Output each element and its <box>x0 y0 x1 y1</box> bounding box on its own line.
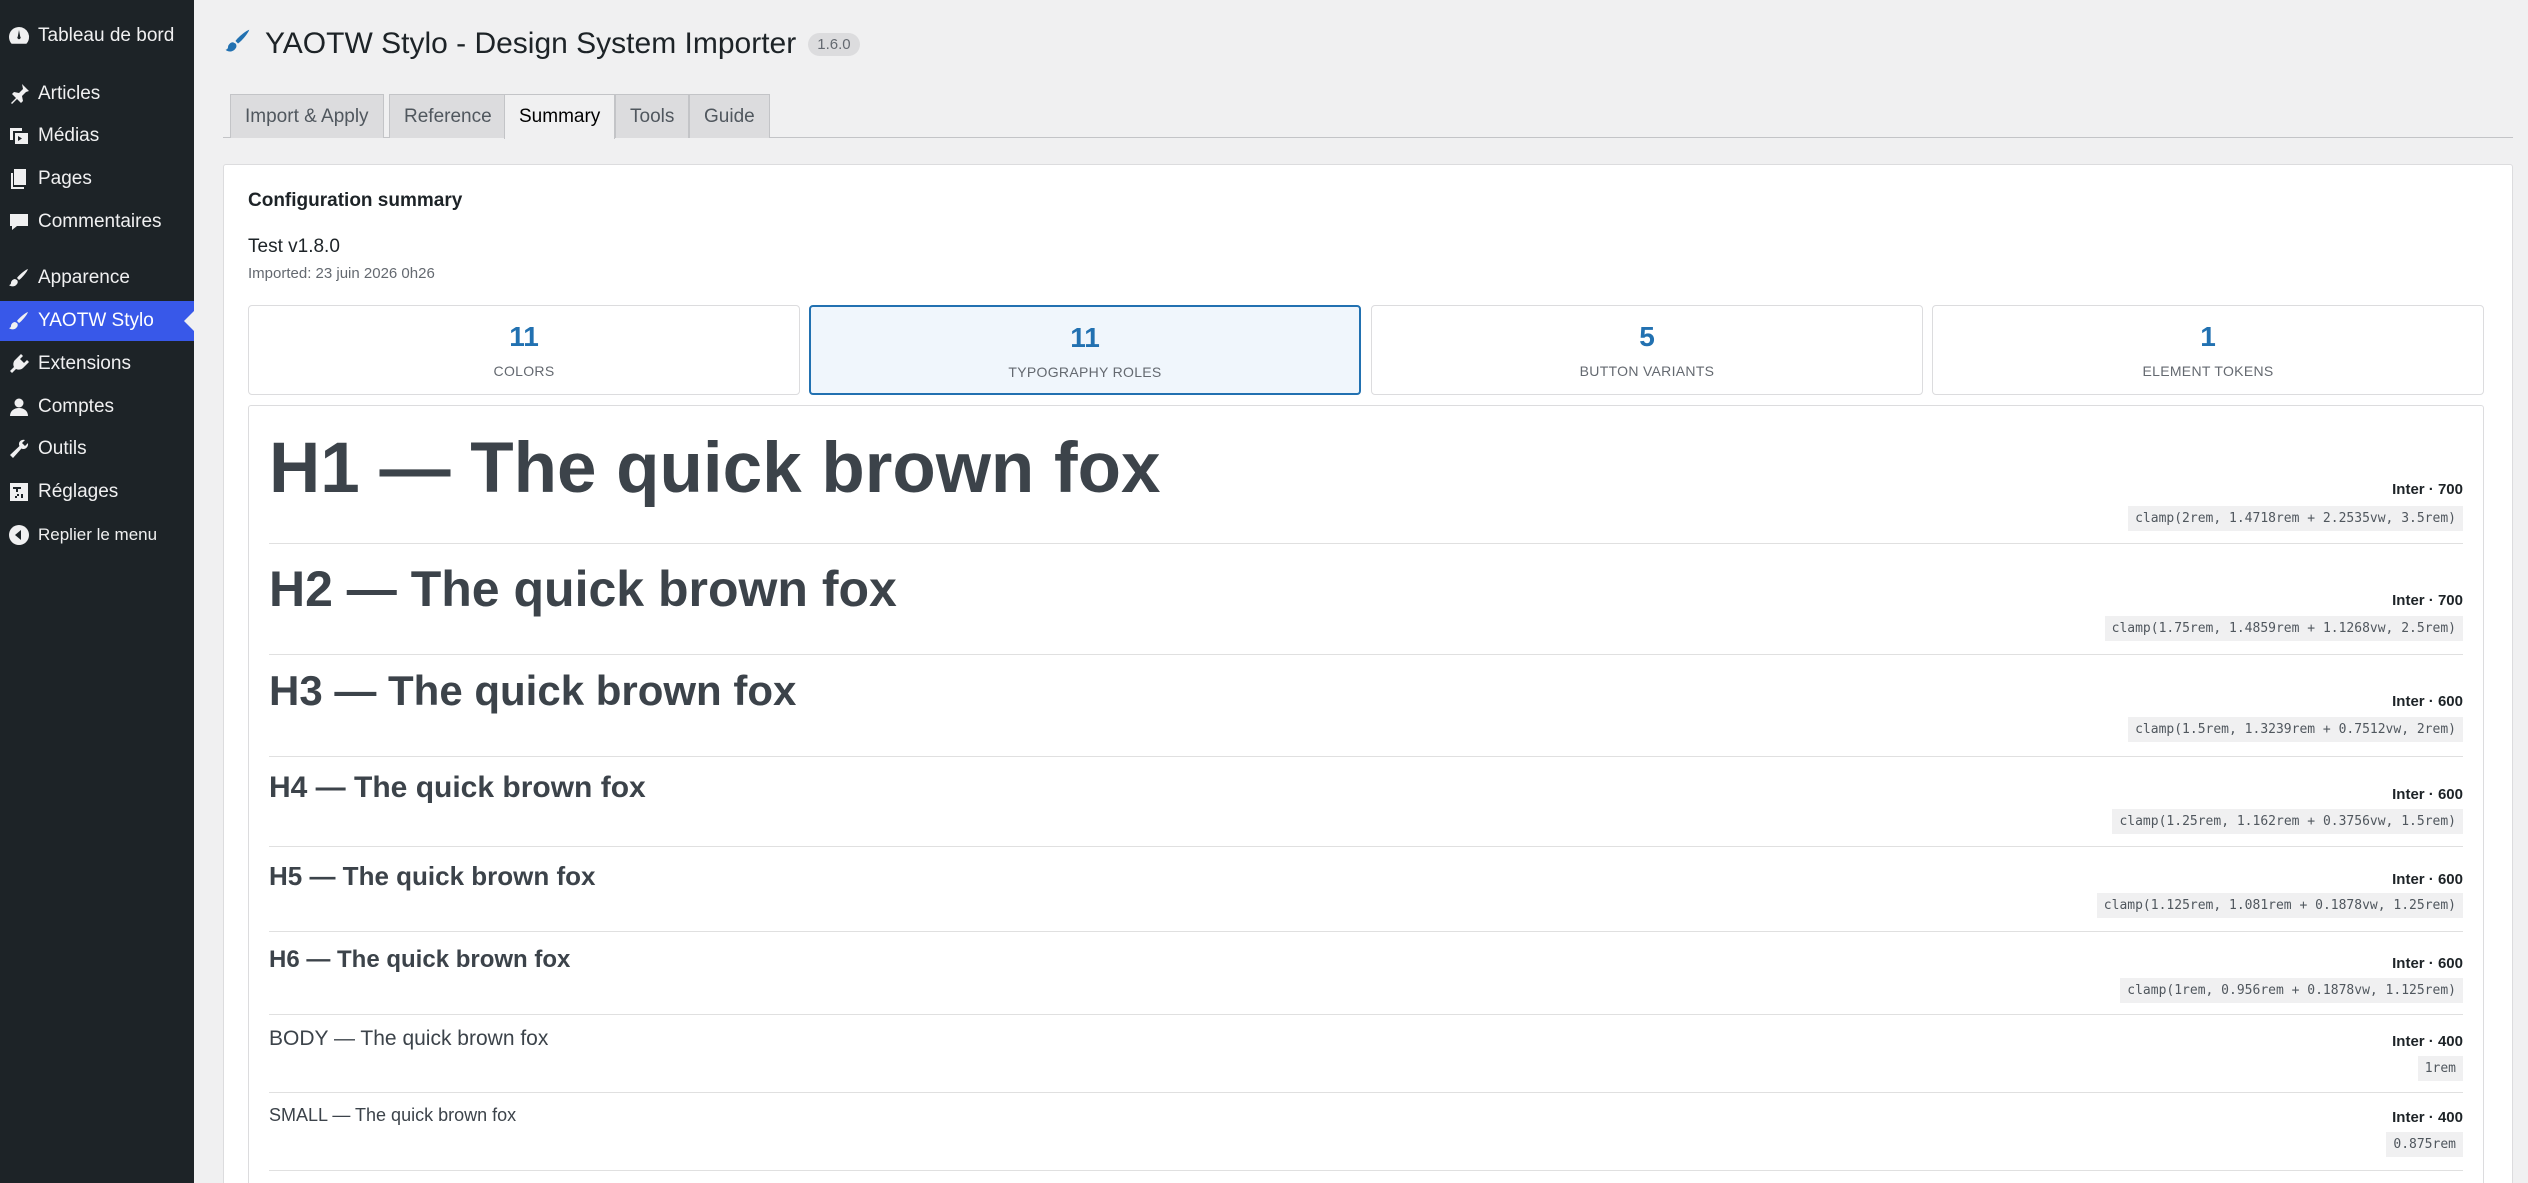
stat-label: COLORS <box>493 363 555 379</box>
stat-button-variants[interactable]: 5 BUTTON VARIANTS <box>1371 305 1923 395</box>
brush-icon <box>223 26 253 62</box>
typography-row-h2: H2 — The quick brown fox Inter · 700 cla… <box>269 544 2463 655</box>
stat-element-tokens[interactable]: 1 ELEMENT TOKENS <box>1932 305 2484 395</box>
section-heading: Configuration summary <box>248 190 463 211</box>
sidebar-item-settings[interactable]: Réglages <box>0 472 194 512</box>
stat-value: 11 <box>1070 322 1100 353</box>
font-size-value: clamp(1.75rem, 1.4859rem + 1.1268vw, 2.5… <box>2104 616 2463 641</box>
font-meta: Inter · 600 <box>2392 955 2463 972</box>
pin-icon <box>0 74 38 114</box>
wrench-icon <box>0 429 38 469</box>
typography-sample: BODY — The quick brown fox <box>269 1027 549 1050</box>
settings-icon <box>0 472 38 512</box>
stat-typography-roles[interactable]: 11 TYPOGRAPHY ROLES <box>809 305 1361 395</box>
sidebar-item-accounts[interactable]: Comptes <box>0 387 194 427</box>
sidebar-item-label: Articles <box>38 83 101 104</box>
sidebar-item-label: Outils <box>38 438 87 459</box>
sidebar-item-dashboard[interactable]: Tableau de bord <box>0 16 194 56</box>
font-meta: Inter · 400 <box>2392 1033 2463 1050</box>
typography-sample: H4 — The quick brown fox <box>269 771 646 804</box>
sidebar-item-label: Commentaires <box>38 211 162 232</box>
typography-row-h1: H1 — The quick brown fox Inter · 700 cla… <box>269 406 2463 544</box>
typography-sample: H1 — The quick brown fox <box>269 429 1161 508</box>
font-size-value: clamp(1.25rem, 1.162rem + 0.3756vw, 1.5r… <box>2112 809 2463 834</box>
typography-row-h6: H6 — The quick brown fox Inter · 600 cla… <box>269 932 2463 1015</box>
sidebar-item-appearance[interactable]: Apparence <box>0 258 194 298</box>
import-timestamp: Imported: 23 juin 2026 0h26 <box>248 265 435 282</box>
tab-tools[interactable]: Tools <box>615 94 690 138</box>
font-meta: Inter · 400 <box>2392 1109 2463 1126</box>
media-icon <box>0 116 38 156</box>
admin-sidebar: Tableau de bord Articles Médias Pages Co… <box>0 0 194 1183</box>
pages-icon <box>0 159 38 199</box>
typography-sample: H5 — The quick brown fox <box>269 861 596 891</box>
brush-icon <box>0 301 38 341</box>
stat-label: ELEMENT TOKENS <box>2142 363 2274 379</box>
font-meta: Inter · 700 <box>2392 592 2463 609</box>
font-size-value: clamp(1.125rem, 1.081rem + 0.1878vw, 1.2… <box>2096 893 2463 918</box>
sidebar-item-media[interactable]: Médias <box>0 116 194 156</box>
sidebar-item-label: Réglages <box>38 481 119 502</box>
stat-label: BUTTON VARIANTS <box>1579 363 1715 379</box>
font-meta: Inter · 600 <box>2392 871 2463 888</box>
stat-colors[interactable]: 11 COLORS <box>248 305 800 395</box>
font-meta: Inter · 600 <box>2392 786 2463 803</box>
version-badge: 1.6.0 <box>808 32 860 56</box>
sidebar-item-label: Tableau de bord <box>38 25 175 46</box>
tab-guide[interactable]: Guide <box>689 94 770 138</box>
stat-value: 1 <box>2200 321 2216 352</box>
sidebar-item-comments[interactable]: Commentaires <box>0 202 194 242</box>
font-meta: Inter · 700 <box>2392 481 2463 498</box>
typography-row-small: SMALL — The quick brown fox Inter · 400 … <box>269 1093 2463 1171</box>
plugin-icon <box>0 344 38 384</box>
typography-row-h5: H5 — The quick brown fox Inter · 600 cla… <box>269 847 2463 932</box>
page-title: YAOTW Stylo - Design System Importer <box>265 27 797 60</box>
page-header: YAOTW Stylo - Design System Importer 1.6… <box>223 24 860 64</box>
config-name: Test v1.8.0 <box>248 236 340 257</box>
sidebar-item-label: Extensions <box>38 353 131 374</box>
typography-sample: H6 — The quick brown fox <box>269 946 571 973</box>
sidebar-item-label: Comptes <box>38 396 115 417</box>
typography-preview-panel: H1 — The quick brown fox Inter · 700 cla… <box>248 405 2484 1183</box>
stat-value: 11 <box>509 321 539 352</box>
font-size-value: 0.875rem <box>2386 1132 2463 1157</box>
collapse-menu-button[interactable]: Replier le menu <box>0 515 194 555</box>
sidebar-item-label: Replier le menu <box>38 525 158 544</box>
brush-icon <box>0 258 38 298</box>
sidebar-item-label: Apparence <box>38 267 130 288</box>
tab-summary[interactable]: Summary <box>504 94 616 139</box>
font-size-value: clamp(1rem, 0.956rem + 0.1878vw, 1.125re… <box>2120 978 2463 1003</box>
sidebar-item-articles[interactable]: Articles <box>0 74 194 114</box>
typography-row-h4: H4 — The quick brown fox Inter · 600 cla… <box>269 757 2463 847</box>
user-icon <box>0 387 38 427</box>
font-size-value: clamp(2rem, 1.4718rem + 2.2535vw, 3.5rem… <box>2128 506 2463 531</box>
sidebar-item-label: Pages <box>38 168 92 189</box>
stat-label: TYPOGRAPHY ROLES <box>1008 364 1162 380</box>
sidebar-item-tools[interactable]: Outils <box>0 429 194 469</box>
sidebar-item-pages[interactable]: Pages <box>0 159 194 199</box>
typography-sample: H3 — The quick brown fox <box>269 667 797 714</box>
sidebar-item-label: YAOTW Stylo <box>38 310 154 331</box>
tab-import-apply[interactable]: Import & Apply <box>230 94 384 138</box>
typography-sample: H2 — The quick brown fox <box>269 561 897 617</box>
sidebar-item-yaotw-stylo[interactable]: YAOTW Stylo <box>0 301 194 341</box>
summary-card: Configuration summary Test v1.8.0 Import… <box>223 164 2513 1183</box>
sidebar-item-label: Médias <box>38 125 100 146</box>
tab-reference[interactable]: Reference <box>389 94 507 138</box>
font-meta: Inter · 600 <box>2392 693 2463 710</box>
stat-value: 5 <box>1639 321 1655 352</box>
typography-sample: SMALL — The quick brown fox <box>269 1105 517 1125</box>
tab-bar: Import & Apply Reference Summary Tools G… <box>223 94 2513 139</box>
typography-row-body: BODY — The quick brown fox Inter · 400 1… <box>269 1015 2463 1093</box>
font-size-value: clamp(1.5rem, 1.3239rem + 0.7512vw, 2rem… <box>2128 717 2463 742</box>
typography-row-h3: H3 — The quick brown fox Inter · 600 cla… <box>269 655 2463 757</box>
collapse-icon <box>0 515 38 555</box>
font-size-value: 1rem <box>2417 1056 2463 1081</box>
comment-icon <box>0 202 38 242</box>
sidebar-item-extensions[interactable]: Extensions <box>0 344 194 384</box>
dashboard-icon <box>0 16 38 56</box>
